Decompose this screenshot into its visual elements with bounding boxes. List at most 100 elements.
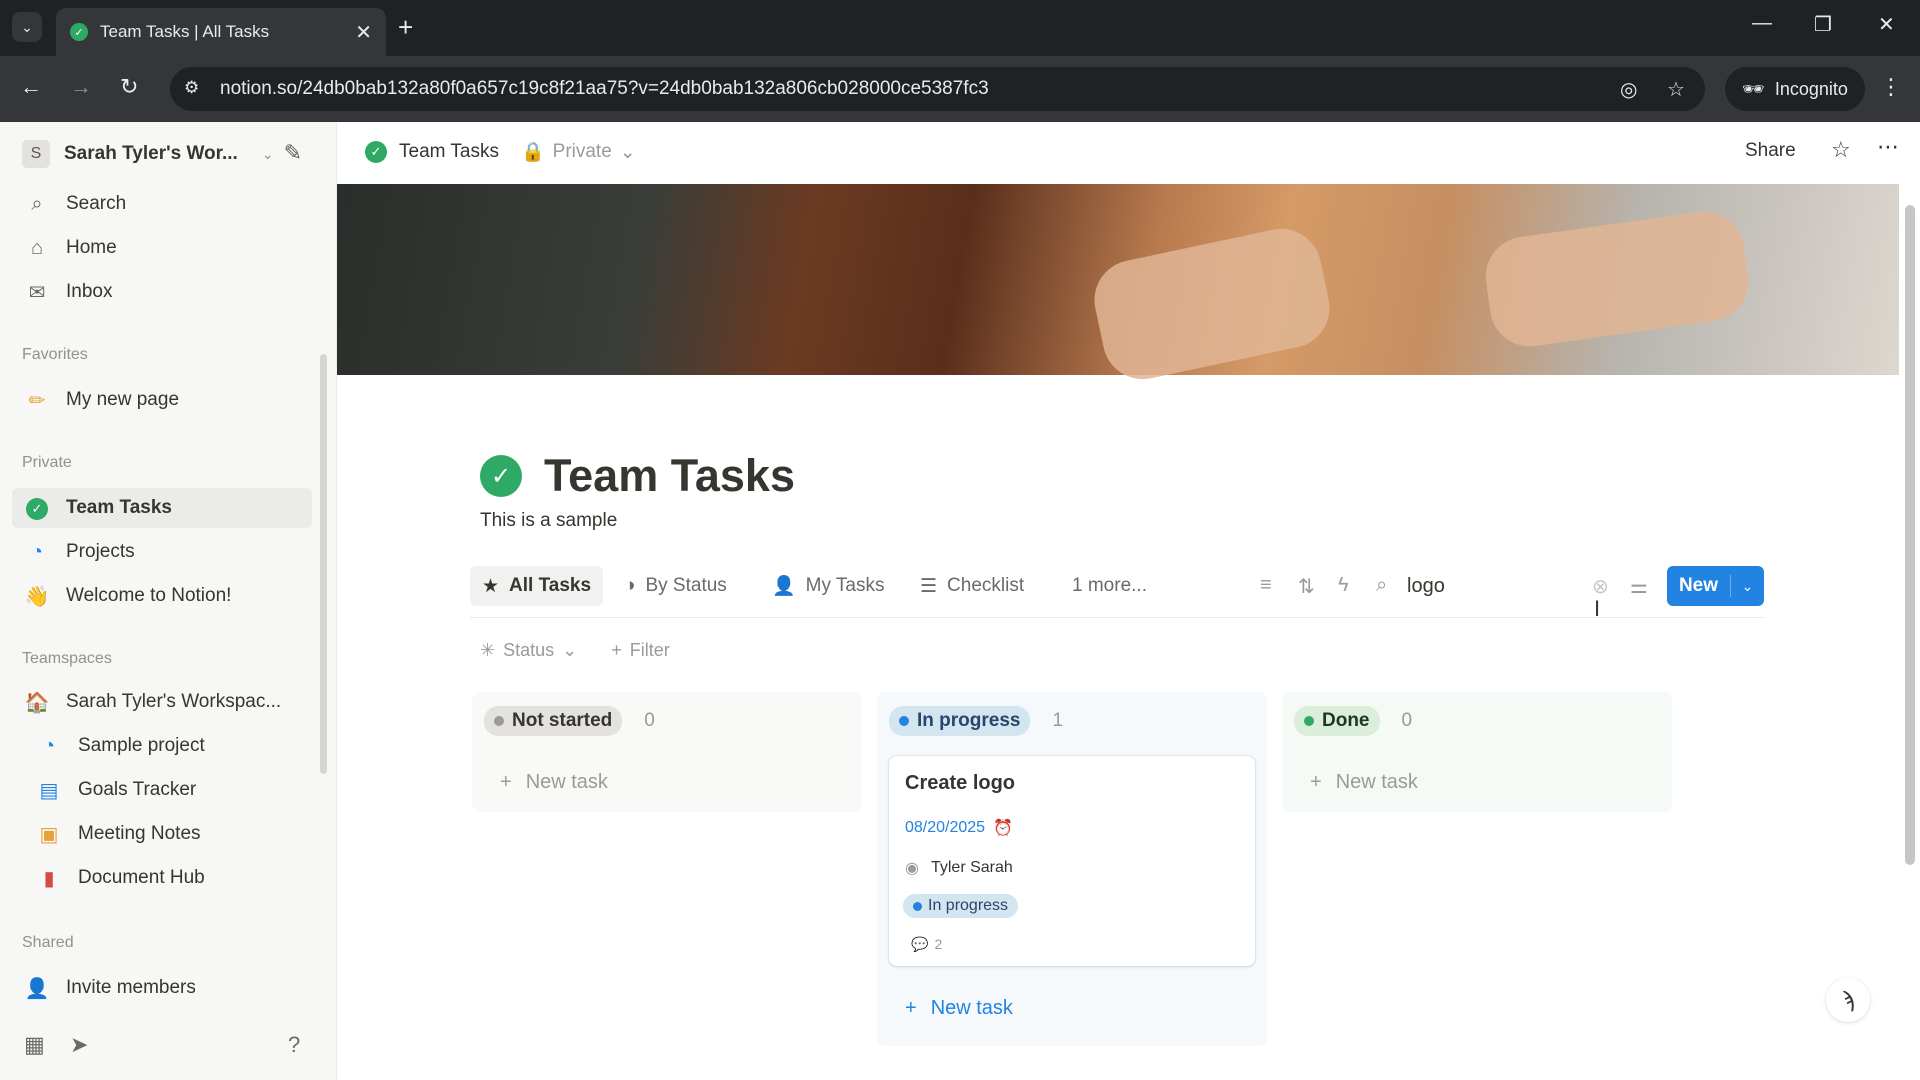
tab-my-tasks[interactable]: 👤 My Tasks — [760, 566, 897, 606]
new-tab-icon[interactable]: + — [398, 12, 413, 43]
sidebar-item-search[interactable]: ⌕ Search — [12, 184, 312, 224]
sidebar-item-team-tasks[interactable]: ✓ Team Tasks — [12, 488, 312, 528]
workspace-name: Sarah Tyler's Wor... — [64, 143, 238, 164]
sidebar-item-teamspace[interactable]: 🏠 Sarah Tyler's Workspac... — [12, 682, 312, 722]
sidebar-item-goals-tracker[interactable]: ▤ Goals Tracker — [12, 770, 312, 810]
section-shared[interactable]: Shared — [22, 934, 74, 952]
page-icon-check[interactable]: ✓ — [480, 455, 522, 497]
page-scrollbar[interactable] — [1905, 205, 1915, 865]
sidebar-item-label: My new page — [66, 389, 180, 410]
sidebar-scrollbar[interactable] — [320, 354, 327, 774]
status-badge: In progress — [889, 706, 1031, 736]
new-page-icon[interactable]: ✎ — [284, 140, 302, 166]
site-info-icon[interactable]: ⚙ — [184, 78, 199, 98]
page-title[interactable]: Team Tasks — [544, 450, 795, 502]
reload-icon[interactable]: ↻ — [120, 74, 138, 100]
invite-members-button[interactable]: 👤 Invite members — [12, 968, 312, 1008]
window-close-icon[interactable]: ✕ — [1878, 12, 1895, 37]
check-circle-icon: ✓ — [24, 496, 50, 520]
automation-icon[interactable]: ϟ — [1338, 574, 1349, 597]
ai-assistant-icon[interactable]: ϡ — [1826, 978, 1870, 1022]
page-description[interactable]: This is a sample — [480, 510, 617, 532]
back-icon[interactable]: ← — [20, 74, 42, 100]
card-title[interactable]: Create logo — [905, 772, 1015, 795]
tab-checklist[interactable]: ☰ Checklist — [908, 566, 1036, 606]
new-task-button[interactable]: + New task — [484, 756, 850, 808]
breadcrumb-page[interactable]: Team Tasks — [399, 141, 499, 163]
search-icon[interactable]: ⌕ — [1376, 574, 1387, 597]
sidebar-item-projects[interactable]: ◔ Projects — [12, 532, 312, 572]
cover-hand-shape — [1087, 221, 1337, 387]
tab-close-icon[interactable]: ✕ — [355, 20, 372, 45]
privacy-menu[interactable]: 🔒 Private ⌄ — [521, 140, 636, 164]
card-comments[interactable]: 💬 2 — [911, 936, 942, 953]
sidebar-item-label: Projects — [66, 541, 135, 562]
sort-icon[interactable]: ⇅ — [1298, 574, 1315, 599]
settings-sliders-icon[interactable]: ⚌ — [1630, 574, 1648, 599]
column-header[interactable]: Done 0 — [1294, 706, 1412, 736]
section-teamspaces[interactable]: Teamspaces — [22, 650, 112, 668]
wave-icon: 👋 — [24, 585, 50, 608]
address-bar: ← → ↻ ⚙ notion.so/24db0bab132a80f0a657c1… — [0, 56, 1920, 122]
tab-all-tasks[interactable]: ★ All Tasks — [470, 566, 604, 606]
chevron-down-icon: ⌄ — [261, 145, 274, 162]
new-task-label: New task — [1335, 770, 1418, 793]
more-options-icon[interactable]: ⋯ — [1877, 134, 1899, 160]
share-button[interactable]: Share — [1745, 140, 1796, 162]
tab-more-views[interactable]: 1 more... — [1060, 566, 1159, 606]
url-text[interactable]: notion.so/24db0bab132a80f0a657c19c8f21aa… — [220, 78, 989, 100]
calendar-app-icon[interactable]: ▦ — [24, 1032, 45, 1058]
column-count: 0 — [1401, 710, 1413, 731]
restore-icon[interactable]: ❐ — [1814, 12, 1832, 37]
column-header[interactable]: Not started 0 — [484, 706, 655, 736]
minimize-icon[interactable]: — — [1752, 12, 1772, 35]
workspace-avatar: S — [22, 140, 50, 168]
new-task-button[interactable]: + New task — [1294, 756, 1660, 808]
tab-search-icon[interactable]: ⌄ — [12, 12, 42, 42]
incognito-icon: 🕶 — [1742, 78, 1765, 99]
browser-tab[interactable]: ✓ Team Tasks | All Tasks ✕ — [56, 8, 386, 56]
forward-icon[interactable]: → — [70, 74, 92, 100]
task-card[interactable]: Create logo 08/20/2025 ⏰ ◉ Tyler Sarah I… — [889, 756, 1255, 966]
sidebar-item-inbox[interactable]: ✉ Inbox — [12, 272, 312, 312]
workspace-switcher[interactable]: S Sarah Tyler's Wor... ⌄ ✎ — [22, 136, 322, 172]
breadcrumb[interactable]: ✓ Team Tasks 🔒 Private ⌄ — [365, 140, 636, 164]
bookmark-star-icon[interactable]: ☆ — [1667, 77, 1685, 102]
favorite-star-icon[interactable]: ☆ — [1831, 137, 1851, 163]
view-tab-label: Checklist — [947, 575, 1025, 596]
plus-icon: + — [611, 640, 622, 660]
card-assignee[interactable]: ◉ Tyler Sarah — [905, 858, 1013, 878]
alarm-clock-icon: ⏰ — [993, 820, 1013, 837]
section-private[interactable]: Private — [22, 454, 72, 472]
help-icon[interactable]: ? — [288, 1032, 300, 1058]
sidebar-item-welcome[interactable]: 👋 Welcome to Notion! — [12, 576, 312, 616]
omnibox[interactable]: ⚙ notion.so/24db0bab132a80f0a657c19c8f21… — [170, 67, 1705, 111]
card-status-badge[interactable]: In progress — [903, 894, 1019, 918]
sidebar-item-meeting-notes[interactable]: ▣ Meeting Notes — [12, 814, 312, 854]
send-icon[interactable]: ➤ — [70, 1032, 88, 1058]
view-tab-label: 1 more... — [1072, 575, 1147, 596]
tab-by-status[interactable]: ◑ By Status — [612, 566, 739, 606]
view-tab-label: By Status — [645, 575, 727, 596]
sidebar-item-my-new-page[interactable]: ✏ My new page — [12, 380, 312, 420]
section-favorites[interactable]: Favorites — [22, 346, 88, 364]
filter-icon[interactable]: ≡ — [1260, 574, 1272, 597]
status-label: Done — [1322, 710, 1370, 731]
card-due-date[interactable]: 08/20/2025 ⏰ — [905, 818, 1013, 838]
column-header[interactable]: In progress 1 — [889, 706, 1063, 736]
incognito-badge[interactable]: 🕶 Incognito — [1725, 67, 1865, 111]
status-filter[interactable]: ✳ Status ⌄ — [480, 640, 577, 661]
new-button[interactable]: New ⌄ — [1667, 566, 1764, 606]
eye-off-icon[interactable]: ◎ — [1620, 77, 1637, 102]
add-filter-button[interactable]: + Filter — [611, 640, 670, 661]
search-input[interactable] — [1407, 570, 1557, 602]
new-button-label[interactable]: New — [1667, 575, 1731, 597]
sidebar-item-sample-project[interactable]: ◔ Sample project — [12, 726, 312, 766]
new-task-button[interactable]: + New task — [889, 982, 1255, 1034]
browser-menu-icon[interactable]: ⋮ — [1880, 74, 1902, 100]
chevron-down-icon[interactable]: ⌄ — [1731, 578, 1764, 595]
sidebar-item-document-hub[interactable]: ▮ Document Hub — [12, 858, 312, 898]
favicon-check-icon: ✓ — [70, 23, 88, 41]
sidebar-item-home[interactable]: ⌂ Home — [12, 228, 312, 268]
chevron-down-icon: ⌄ — [562, 640, 578, 660]
